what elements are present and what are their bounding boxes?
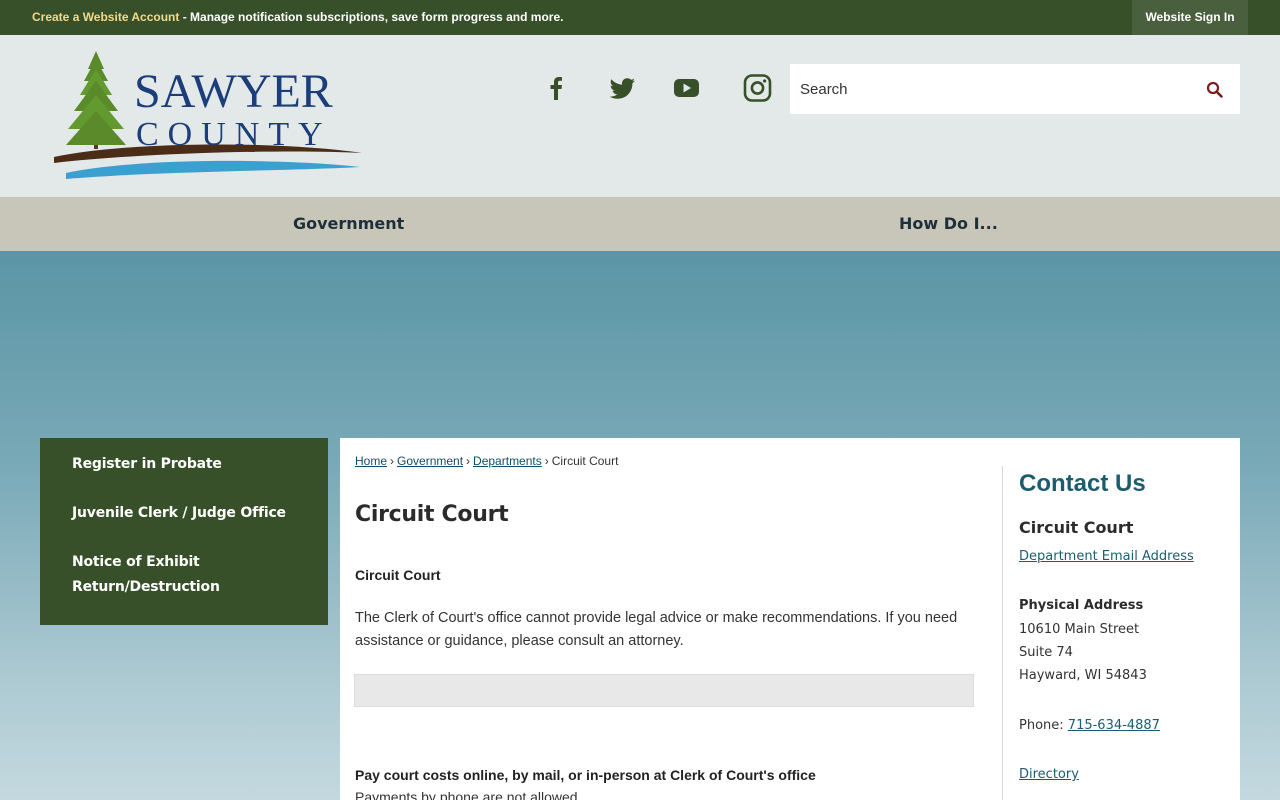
sidebar-item-register-in-probate[interactable]: Register in Probate <box>40 452 328 477</box>
search-input[interactable] <box>790 64 1190 114</box>
site-header: SAWYER COUNTY <box>0 35 1280 197</box>
sidebar-item-notice-of-exhibit[interactable]: Notice of Exhibit Return/Destruction <box>40 550 260 600</box>
instagram-icon[interactable] <box>739 73 775 103</box>
breadcrumb-separator: › <box>466 454 471 468</box>
main-content: Home › Government › Departments › Circuit Cour… <box>340 438 1240 800</box>
breadcrumb-departments[interactable]: Departments <box>473 454 542 468</box>
directory-link[interactable]: Directory <box>1019 767 1079 782</box>
facebook-icon[interactable] <box>538 73 574 103</box>
logo-text-sawyer: SAWYER <box>134 65 333 118</box>
create-account-description: - Manage notification subscriptions, sav… <box>179 10 564 24</box>
nav-item-how-do-i[interactable]: How Do I... <box>899 197 998 251</box>
sawyer-county-logo[interactable]: SAWYER COUNTY <box>50 49 370 183</box>
twitter-icon[interactable] <box>604 73 640 103</box>
legal-advice-notice: The Clerk of Court's office cannot provi… <box>355 610 958 649</box>
address-line: Hayward, WI 54843 <box>1019 668 1147 683</box>
create-account-link[interactable]: Create a Website Account <box>32 10 179 24</box>
breadcrumb: Home › Government › Departments › Circuit Cour… <box>355 454 618 468</box>
main-navigation: Government How Do I... <box>0 197 1280 251</box>
site-search <box>790 64 1240 114</box>
content-placeholder-bar <box>354 674 974 707</box>
page-title: Circuit Court <box>355 502 509 527</box>
breadcrumb-separator: › <box>390 454 395 468</box>
logo-text-county: COUNTY <box>136 116 332 153</box>
youtube-icon[interactable] <box>668 73 704 103</box>
phone-label: Phone: <box>1019 718 1068 733</box>
payment-note: Payments by phone are not allowed. <box>355 789 582 800</box>
content-divider <box>1002 466 1003 800</box>
contact-department: Circuit Court <box>1019 518 1134 537</box>
nav-item-government[interactable]: Government <box>293 197 404 251</box>
website-sign-in-button[interactable]: Website Sign In <box>1132 0 1248 35</box>
breadcrumb-separator: › <box>544 454 549 468</box>
breadcrumb-current: Circuit Court <box>551 454 619 468</box>
physical-address-label: Physical Address <box>1019 598 1144 613</box>
sidebar-menu: Register in Probate Juvenile Clerk / Jud… <box>40 438 328 625</box>
department-email-link[interactable]: Department Email Address <box>1019 549 1194 564</box>
top-account-bar: Create a Website Account - Manage notifi… <box>0 0 1280 35</box>
address-line: Suite 74 <box>1019 645 1073 660</box>
sidebar-item-juvenile-clerk[interactable]: Juvenile Clerk / Judge Office <box>40 501 328 526</box>
account-promo: Create a Website Account - Manage notifi… <box>32 10 563 24</box>
breadcrumb-government[interactable]: Government <box>397 454 463 468</box>
search-icon[interactable] <box>1205 80 1225 100</box>
payment-heading: Pay court costs online, by mail, or in-p… <box>355 767 816 783</box>
contact-title: Contact Us <box>1019 470 1146 497</box>
phone-link[interactable]: 715-634-4887 <box>1068 718 1160 733</box>
breadcrumb-home[interactable]: Home <box>355 454 387 468</box>
phone-line: Phone: 715-634-4887 <box>1019 718 1160 733</box>
section-subheading: Circuit Court <box>355 567 441 583</box>
pine-tree-icon <box>66 51 126 149</box>
address-line: 10610 Main Street <box>1019 622 1140 637</box>
